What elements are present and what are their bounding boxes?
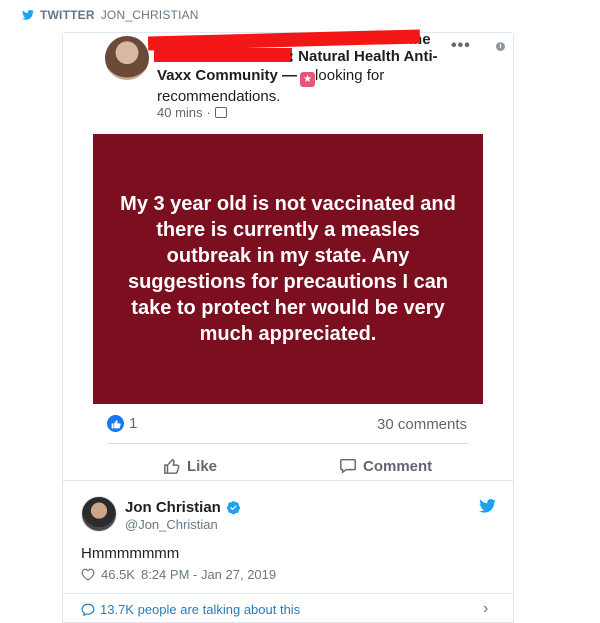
tweet-timestamp[interactable]: 8:24 PM - Jan 27, 2019	[141, 567, 276, 582]
meta-separator: ·	[206, 105, 211, 120]
verified-badge-icon	[226, 501, 240, 515]
speech-bubble-icon	[81, 603, 95, 616]
star-emoji-icon: ★	[300, 72, 316, 87]
action-divider	[107, 443, 469, 444]
source-platform: TWITTER	[40, 8, 95, 22]
author-name-row[interactable]: Jon Christian	[125, 499, 241, 516]
reaction-count: 1	[129, 415, 138, 432]
twitter-bird-icon	[22, 10, 34, 20]
like-reaction-icon	[107, 415, 124, 432]
tweet-embed-card[interactable]: ...a in vaccine : Natural Health Anti-Va…	[62, 29, 514, 623]
heart-icon[interactable]	[81, 568, 95, 581]
twitter-logo-icon[interactable]	[479, 499, 496, 513]
facebook-post-screenshot[interactable]: ...a in vaccine : Natural Health Anti-Va…	[63, 29, 513, 481]
post-image: My 3 year old is not vaccinated and ther…	[93, 134, 483, 404]
like-count[interactable]: 46.5K	[101, 567, 135, 582]
comment-bubble-icon	[340, 458, 356, 474]
tweet-meta: 46.5K 8:24 PM - Jan 27, 2019	[81, 567, 276, 582]
talking-text[interactable]: 13.7K people are talking about this	[100, 602, 300, 617]
tweet-text: Hmmmmmmm	[81, 545, 180, 562]
conversation-link[interactable]: 13.7K people are talking about this	[81, 602, 300, 617]
info-icon[interactable]: i	[496, 42, 505, 51]
source-account[interactable]: JON_CHRISTIAN	[101, 8, 199, 22]
comment-action: Comment	[339, 457, 432, 475]
post-meta: 40 mins ·	[157, 105, 227, 120]
group-icon	[214, 107, 227, 118]
post-image-text: My 3 year old is not vaccinated and ther…	[120, 193, 456, 345]
more-options-icon: •••	[451, 37, 471, 54]
reaction-summary: 1	[107, 415, 137, 432]
footer-divider	[63, 593, 513, 594]
like-action: Like	[163, 457, 217, 475]
group-name: : Natural Health Anti-Vaxx Community	[157, 48, 438, 84]
author-avatar[interactable]	[81, 496, 117, 532]
post-header: : Natural Health Anti-Vaxx Community — ★ l…	[157, 47, 457, 106]
thumbs-up-icon	[164, 458, 180, 474]
source-bar: TWITTER JON_CHRISTIAN	[22, 8, 199, 22]
author-name[interactable]: Jon Christian	[125, 499, 221, 516]
author-handle[interactable]: @Jon_Christian	[125, 517, 218, 532]
like-label: Like	[187, 457, 218, 475]
header-dash: —	[282, 67, 298, 84]
comment-label: Comment	[363, 457, 433, 475]
comments-count: 30 comments	[377, 416, 468, 433]
poster-avatar	[105, 36, 149, 80]
post-timestamp: 40 mins	[157, 105, 203, 120]
chevron-right-icon[interactable]: ›	[483, 600, 488, 618]
